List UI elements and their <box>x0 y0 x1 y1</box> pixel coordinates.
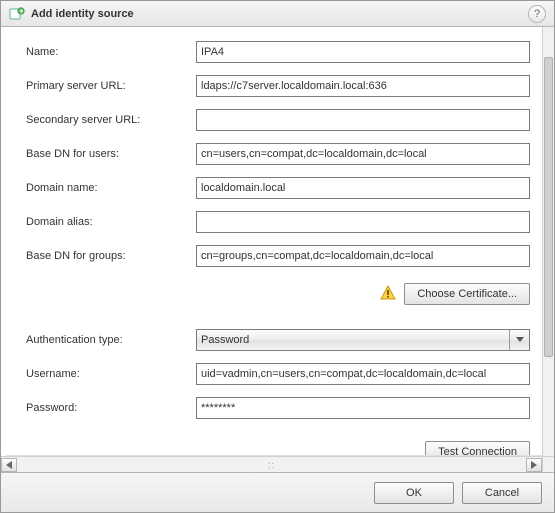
form: Name: Primary server URL: Secondary serv… <box>6 27 542 456</box>
label-name: Name: <box>26 46 196 58</box>
form-scroll-region: Name: Primary server URL: Secondary serv… <box>6 27 542 456</box>
warning-icon <box>380 285 396 304</box>
scroll-right-arrow-icon[interactable] <box>526 458 542 472</box>
label-password: Password: <box>26 402 196 414</box>
row-domain-name: Domain name: <box>26 171 530 205</box>
vertical-scroll-thumb[interactable] <box>544 57 553 357</box>
username-input[interactable] <box>196 363 530 385</box>
title-bar: Add identity source ? <box>1 1 554 27</box>
row-auth-type: Authentication type: Password <box>26 323 530 357</box>
row-domain-alias: Domain alias: <box>26 205 530 239</box>
window-title: Add identity source <box>31 8 528 20</box>
row-base-dn-groups: Base DN for groups: <box>26 239 530 273</box>
primary-url-input[interactable] <box>196 75 530 97</box>
body-area: Name: Primary server URL: Secondary serv… <box>1 27 554 472</box>
domain-alias-input[interactable] <box>196 211 530 233</box>
auth-type-select[interactable]: Password <box>196 329 530 351</box>
identity-source-icon <box>9 6 25 22</box>
label-domain-name: Domain name: <box>26 182 196 194</box>
domain-name-input[interactable] <box>196 177 530 199</box>
password-input[interactable] <box>196 397 530 419</box>
chevron-down-icon <box>509 330 529 350</box>
row-password: Password: <box>26 391 530 425</box>
base-dn-users-input[interactable] <box>196 143 530 165</box>
row-name: Name: <box>26 35 530 69</box>
label-base-dn-users: Base DN for users: <box>26 148 196 160</box>
cancel-button[interactable]: Cancel <box>462 482 542 504</box>
scroll-left-arrow-icon[interactable] <box>1 458 17 472</box>
test-connection-button[interactable]: Test Connection <box>425 441 530 456</box>
horizontal-scrollbar[interactable]: :: <box>1 456 542 472</box>
name-input[interactable] <box>196 41 530 63</box>
secondary-url-input[interactable] <box>196 109 530 131</box>
scroll-grip-icon: :: <box>268 460 275 470</box>
scroll-corner <box>542 456 554 472</box>
label-base-dn-groups: Base DN for groups: <box>26 250 196 262</box>
row-secondary-url: Secondary server URL: <box>26 103 530 137</box>
ok-button[interactable]: OK <box>374 482 454 504</box>
label-secondary-url: Secondary server URL: <box>26 114 196 126</box>
label-username: Username: <box>26 368 196 380</box>
label-auth-type: Authentication type: <box>26 334 196 346</box>
horizontal-scroll-track[interactable]: :: <box>17 458 526 472</box>
dialog-footer: OK Cancel <box>1 472 554 512</box>
row-primary-url: Primary server URL: <box>26 69 530 103</box>
auth-type-value: Password <box>201 334 249 346</box>
row-base-dn-users: Base DN for users: <box>26 137 530 171</box>
label-primary-url: Primary server URL: <box>26 80 196 92</box>
help-button[interactable]: ? <box>528 5 546 23</box>
test-connection-row: Test Connection <box>26 425 530 456</box>
vertical-scrollbar[interactable] <box>542 27 554 456</box>
label-domain-alias: Domain alias: <box>26 216 196 228</box>
choose-certificate-button[interactable]: Choose Certificate... <box>404 283 530 305</box>
base-dn-groups-input[interactable] <box>196 245 530 267</box>
certificate-row: Choose Certificate... <box>26 273 530 323</box>
dialog-window: Add identity source ? Name: Primary serv… <box>0 0 555 513</box>
row-username: Username: <box>26 357 530 391</box>
